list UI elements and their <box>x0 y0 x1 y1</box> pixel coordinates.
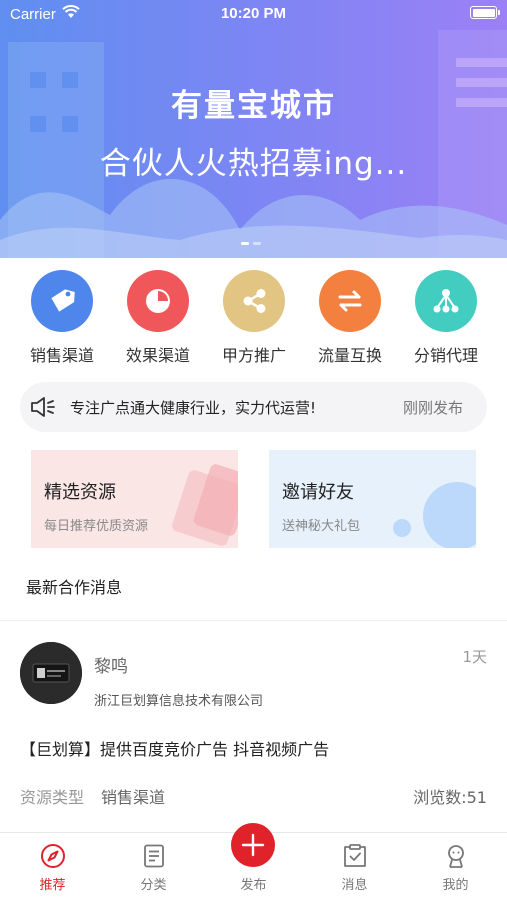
banner-illustration <box>0 30 507 258</box>
divider <box>0 620 507 621</box>
category-label: 销售渠道 <box>29 346 94 365</box>
tab-label: 推荐 <box>39 878 66 893</box>
category-label: 流量互换 <box>317 346 382 365</box>
profile-icon <box>448 845 464 868</box>
section-title: 最新合作消息 <box>26 578 123 597</box>
tab-label: 消息 <box>341 878 368 893</box>
announcement-bar[interactable]: 专注广点通大健康行业，实力代运营! 刚刚发布 <box>20 382 487 432</box>
category-label: 效果渠道 <box>125 346 190 365</box>
share-icon <box>223 270 285 332</box>
banner-page-indicator <box>241 242 261 245</box>
tab-label: 分类 <box>140 878 167 893</box>
category-sales-channel[interactable]: 销售渠道 <box>14 270 110 366</box>
resource-type-value: 销售渠道 <box>101 788 166 807</box>
tag-icon <box>31 270 93 332</box>
compass-icon <box>41 844 65 868</box>
post-title: 【巨划算】提供百度竞价广告 抖音视频广告 <box>20 740 330 759</box>
card-title: 精选资源 <box>44 482 116 503</box>
category-effect-channel[interactable]: 效果渠道 <box>110 270 206 366</box>
status-bar: Carrier 10:20 PM <box>0 0 507 30</box>
battery-icon <box>470 6 500 19</box>
invite-friends-card[interactable]: 邀请好友 送神秘大礼包 <box>269 450 476 548</box>
post-author-name: 黎鸣 <box>94 657 128 677</box>
category-label: 分销代理 <box>413 346 478 365</box>
tab-profile[interactable]: 我的 <box>405 833 506 900</box>
speaker-icon <box>31 397 55 417</box>
category-advertiser-promotion[interactable]: 甲方推广 <box>206 270 302 366</box>
banner-headline: 有量宝城市 <box>171 88 336 124</box>
card-title: 邀请好友 <box>282 482 354 503</box>
post-age: 1天 <box>462 648 487 666</box>
announcement-text: 专注广点通大健康行业，实力代运营! <box>70 399 317 417</box>
document-icon <box>144 844 164 868</box>
category-grid: 销售渠道 效果渠道 甲方推广 流量互换 分销代理 <box>0 270 507 366</box>
publish-button[interactable] <box>231 823 275 867</box>
post-views: 浏览数:51 <box>413 788 487 807</box>
card-subtitle: 每日推荐优质资源 <box>44 519 149 534</box>
page-dot <box>253 242 261 245</box>
tab-label: 发布 <box>240 878 267 893</box>
tab-label: 我的 <box>442 878 469 893</box>
swap-icon <box>319 270 381 332</box>
category-traffic-exchange[interactable]: 流量互换 <box>302 270 398 366</box>
tab-recommend[interactable]: 推荐 <box>2 833 103 900</box>
category-label: 甲方推广 <box>221 346 286 365</box>
post-company: 浙江巨划算信息技术有限公司 <box>94 694 264 709</box>
banner-subheadline: 合伙人火热招募ing... <box>99 146 408 182</box>
tab-category[interactable]: 分类 <box>103 833 204 900</box>
clock: 10:20 PM <box>220 5 287 22</box>
hero-banner[interactable]: Carrier 10:20 PM 有量宝城市 合伙人火热招募ing... <box>0 0 507 258</box>
avatar[interactable] <box>20 642 82 704</box>
pie-chart-icon <box>127 270 189 332</box>
featured-resources-card[interactable]: 精选资源 每日推荐优质资源 <box>31 450 238 548</box>
page-dot <box>241 242 249 245</box>
inbox-icon <box>344 844 366 867</box>
announcement-time: 刚刚发布 <box>402 399 463 417</box>
resource-type-key: 资源类型 <box>20 788 85 807</box>
plus-icon <box>241 833 265 857</box>
tab-messages[interactable]: 消息 <box>304 833 405 900</box>
card-subtitle: 送神秘大礼包 <box>282 519 361 534</box>
network-icon <box>415 270 477 332</box>
category-distribution-agent[interactable]: 分销代理 <box>398 270 494 366</box>
